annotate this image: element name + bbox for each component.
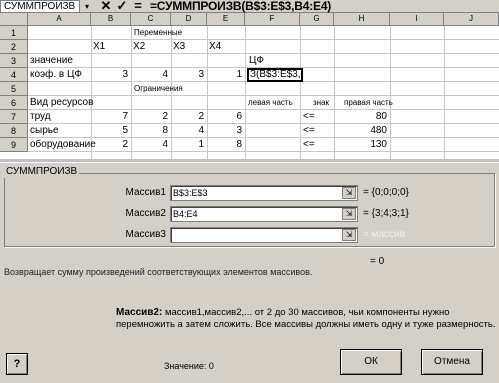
chevron-down-icon[interactable]: ▾ xyxy=(82,0,92,13)
cell-g9[interactable]: <= xyxy=(303,138,315,152)
cell-b4[interactable]: 3 xyxy=(91,68,128,82)
collapse-dialog-icon[interactable]: ⇲ xyxy=(342,229,356,241)
cell-c8[interactable]: 8 xyxy=(131,124,168,138)
accept-icon[interactable]: ✓ xyxy=(115,0,129,13)
row-header-3[interactable]: 3 xyxy=(0,54,28,68)
function-name: СУММПРОИЗВ xyxy=(4,166,80,178)
column-header-d[interactable]: D xyxy=(171,13,207,26)
argument-help: Массив2: массив1,массив2,... от 2 до 30 … xyxy=(116,307,496,331)
gridline xyxy=(300,26,301,159)
cell-a4[interactable]: коэф. в ЦФ xyxy=(30,68,82,82)
equals-icon[interactable]: = xyxy=(131,0,145,13)
name-box[interactable]: СУММПРОИЗВ xyxy=(0,0,80,13)
cell-c5[interactable]: Ограничения xyxy=(134,82,183,96)
cell-c1[interactable]: Переменные xyxy=(134,26,182,40)
cell-b8[interactable]: 5 xyxy=(91,124,128,138)
array2-result: = {3;4;3;1} xyxy=(363,208,409,219)
cancel-icon[interactable]: ✕ xyxy=(99,0,113,13)
gridline xyxy=(444,26,445,159)
cell-d9[interactable]: 1 xyxy=(171,138,204,152)
cell-e9[interactable]: 8 xyxy=(207,138,242,152)
function-arguments-dialog: СУММПРОИЗВ Массив1 B$3:E$3 ⇲ = {0;0;0;0}… xyxy=(0,162,499,383)
ok-button[interactable]: ОК xyxy=(340,349,402,375)
value-label: Значение: 0 xyxy=(164,361,214,371)
cell-c2[interactable]: X2 xyxy=(133,40,145,54)
cell-e8[interactable]: 3 xyxy=(207,124,242,138)
spreadsheet-grid[interactable]: A B C D E F G H I J 1 2 3 4 5 6 7 8 9 Пе… xyxy=(0,13,499,159)
gridline xyxy=(245,26,246,159)
cell-e4[interactable]: 1 xyxy=(207,68,242,82)
cell-a3[interactable]: значение xyxy=(30,54,73,68)
cell-a8[interactable]: сырье xyxy=(30,124,59,138)
cell-c7[interactable]: 2 xyxy=(131,110,168,124)
cell-d7[interactable]: 2 xyxy=(171,110,204,124)
formula-input[interactable]: =СУММПРОИЗВ(B$3:E$3,B4:E4) xyxy=(150,0,331,13)
column-header-j[interactable]: J xyxy=(444,13,499,26)
function-description: Возвращает сумму произведений соответств… xyxy=(4,267,313,277)
cell-d4[interactable]: 3 xyxy=(171,68,204,82)
cell-h9[interactable]: 130 xyxy=(334,138,387,152)
column-header-b[interactable]: B xyxy=(91,13,131,26)
formula-bar: СУММПРОИЗВ ▾ ✕ ✓ = =СУММПРОИЗВ(B$3:E$3,B… xyxy=(0,0,499,13)
cell-c9[interactable]: 4 xyxy=(131,138,168,152)
active-cell-f4[interactable]: З(B$3:E$3, xyxy=(247,68,303,82)
cell-b9[interactable]: 2 xyxy=(91,138,128,152)
column-header-h[interactable]: H xyxy=(334,13,390,26)
cell-b2[interactable]: X1 xyxy=(93,40,105,54)
help-icon[interactable]: ? xyxy=(6,353,28,375)
cell-h7[interactable]: 80 xyxy=(334,110,387,124)
cell-f6[interactable]: левая часть xyxy=(248,96,293,110)
cell-d2[interactable]: X3 xyxy=(173,40,185,54)
cell-a7[interactable]: труд xyxy=(30,110,51,124)
column-header-f[interactable]: F xyxy=(245,13,300,26)
array1-label: Массив1 xyxy=(125,187,166,198)
cell-d8[interactable]: 4 xyxy=(171,124,204,138)
array1-result: = {0;0;0;0} xyxy=(363,187,409,198)
row-header-9[interactable]: 9 xyxy=(0,138,28,152)
row-header-8[interactable]: 8 xyxy=(0,124,28,138)
cell-h8[interactable]: 480 xyxy=(334,124,387,138)
column-header-i[interactable]: I xyxy=(390,13,444,26)
array2-value: B4:E4 xyxy=(173,209,198,219)
row-header-2[interactable]: 2 xyxy=(0,40,28,54)
cell-h6[interactable]: правая часть xyxy=(344,96,393,110)
array3-label: Массив3 xyxy=(125,229,166,240)
column-header-e[interactable]: E xyxy=(207,13,245,26)
array2-label: Массив2 xyxy=(125,208,166,219)
cell-g8[interactable]: <= xyxy=(303,124,315,138)
collapse-dialog-icon[interactable]: ⇲ xyxy=(342,187,356,199)
array3-result: = массив xyxy=(363,229,405,240)
column-header-g[interactable]: G xyxy=(300,13,334,26)
row-header-6[interactable]: 6 xyxy=(0,96,28,110)
select-all-corner[interactable] xyxy=(0,13,28,26)
cancel-button[interactable]: Отмена xyxy=(421,349,483,375)
array3-input[interactable]: ⇲ xyxy=(170,227,358,243)
cell-e2[interactable]: X4 xyxy=(209,40,221,54)
cell-f3[interactable]: ЦФ xyxy=(249,54,264,68)
collapse-dialog-icon[interactable]: ⇲ xyxy=(342,208,356,220)
row-header-1[interactable]: 1 xyxy=(0,26,28,40)
row-header-5[interactable]: 5 xyxy=(0,82,28,96)
argument-help-name: Массив2: xyxy=(116,307,163,318)
cell-b7[interactable]: 7 xyxy=(91,110,128,124)
argument-help-text: массив1,массив2,... от 2 до 30 массивов,… xyxy=(116,307,496,330)
array1-value: B$3:E$3 xyxy=(173,188,208,198)
cell-g6[interactable]: знак xyxy=(313,96,329,110)
row-header-4[interactable]: 4 xyxy=(0,68,28,82)
gridline xyxy=(390,26,391,159)
cell-c4[interactable]: 4 xyxy=(131,68,168,82)
array2-input[interactable]: B4:E4 ⇲ xyxy=(170,206,358,222)
cell-a6[interactable]: Вид ресурсов xyxy=(30,96,93,110)
column-header-a[interactable]: A xyxy=(28,13,91,26)
row-header-7[interactable]: 7 xyxy=(0,110,28,124)
array1-input[interactable]: B$3:E$3 ⇲ xyxy=(170,185,358,201)
cell-a9[interactable]: оборудование xyxy=(30,138,96,152)
cell-e7[interactable]: 6 xyxy=(207,110,242,124)
cell-g7[interactable]: <= xyxy=(303,110,315,124)
column-header-c[interactable]: C xyxy=(131,13,171,26)
